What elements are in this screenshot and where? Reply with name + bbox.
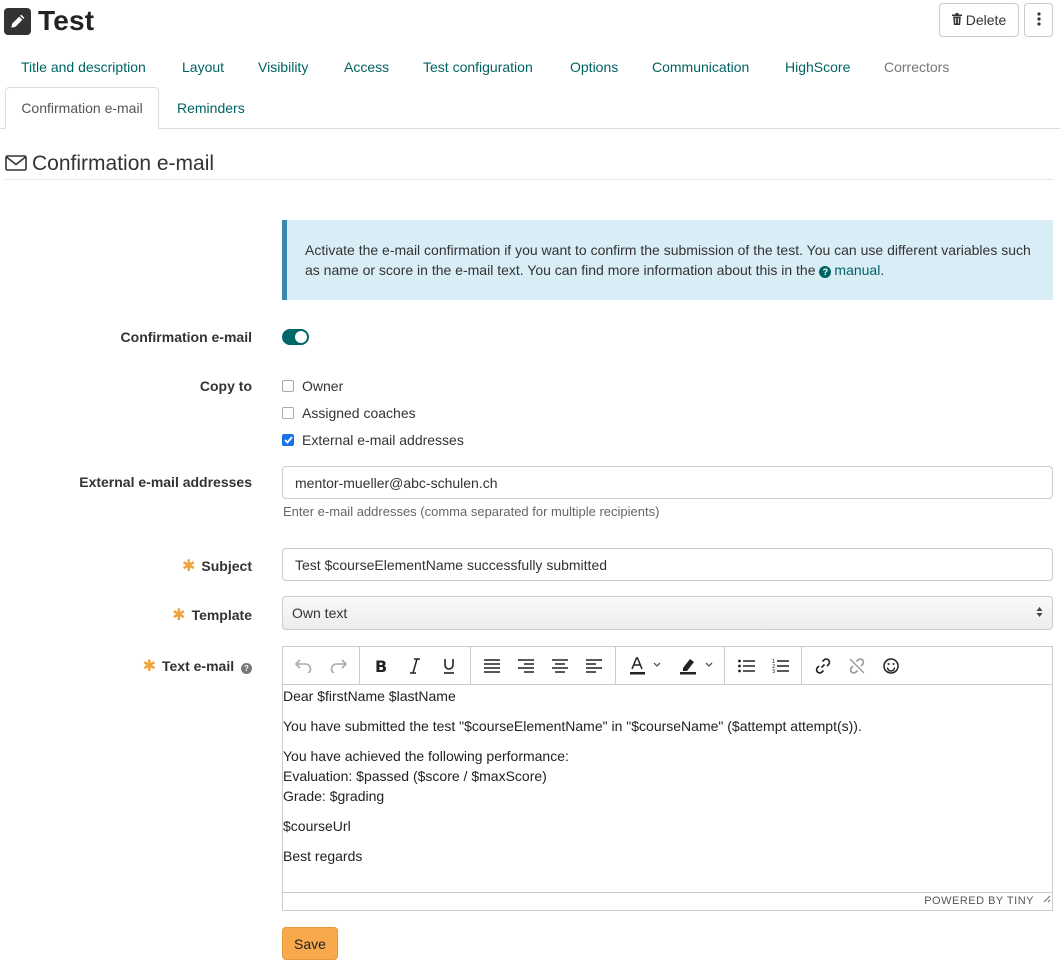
- numbered-list-icon[interactable]: 123: [763, 651, 797, 681]
- italic-icon[interactable]: [398, 651, 432, 681]
- editor-content[interactable]: Dear $firstName $lastName You have submi…: [283, 686, 1052, 893]
- redo-icon[interactable]: [321, 651, 355, 681]
- tab-test-configuration[interactable]: Test configuration: [423, 59, 533, 75]
- tab-access[interactable]: Access: [344, 59, 389, 75]
- owner-checkbox-label: Owner: [302, 378, 344, 394]
- text-email-label: ✱ Text e-mail ?: [143, 656, 252, 676]
- unlink-icon[interactable]: [840, 651, 874, 681]
- delete-button[interactable]: Delete: [939, 3, 1019, 37]
- resize-handle-icon[interactable]: [1041, 892, 1051, 909]
- select-arrows-icon: [1036, 605, 1043, 621]
- copy-to-coaches[interactable]: Assigned coaches: [282, 405, 416, 421]
- vertical-dots-icon: [1036, 11, 1041, 29]
- insert-group: [802, 647, 912, 685]
- tab-reminders[interactable]: Reminders: [177, 100, 245, 116]
- assigned-coaches-checkbox[interactable]: [282, 407, 294, 419]
- subject-label: ✱ Subject: [182, 556, 252, 576]
- required-icon: ✱: [182, 558, 196, 575]
- template-select[interactable]: Own text: [282, 596, 1053, 630]
- more-options-button[interactable]: [1024, 3, 1053, 37]
- manual-link[interactable]: manual: [834, 262, 880, 278]
- editor-statusbar: POWERED BY TINY: [283, 892, 1052, 910]
- tab-layout[interactable]: Layout: [182, 59, 224, 75]
- editor-line-greeting: Dear $firstName $lastName: [283, 688, 456, 704]
- rich-text-editor: B 1 2 3 Dear $firstName $lastName You ha…: [282, 646, 1053, 911]
- confirmation-email-toggle[interactable]: [282, 329, 309, 345]
- tab-highscore[interactable]: HighScore: [785, 59, 850, 75]
- format-group: B: [360, 646, 471, 685]
- delete-button-label: Delete: [965, 12, 1007, 28]
- copy-to-owner[interactable]: Owner: [282, 378, 343, 394]
- tab-title-and-description[interactable]: Title and description: [21, 59, 146, 75]
- history-group: [283, 646, 360, 685]
- text-color-icon[interactable]: [620, 651, 670, 681]
- svg-text:B: B: [375, 658, 387, 674]
- external-email-help: Enter e-mail addresses (comma separated …: [283, 504, 660, 519]
- svg-text:3: 3: [772, 669, 775, 674]
- editor-toolbar: B 1 2 3: [283, 646, 1052, 685]
- section-divider: [5, 179, 1053, 180]
- page-title-text: Test: [38, 5, 95, 36]
- section-heading-text: Confirmation e-mail: [32, 152, 215, 175]
- editor-line-submitted: You have submitted the test "$courseElem…: [283, 718, 862, 734]
- align-center-icon[interactable]: [543, 651, 577, 681]
- external-email-label: External e-mail addresses: [79, 474, 252, 490]
- emoji-icon[interactable]: [874, 651, 908, 681]
- required-icon: ✱: [172, 607, 186, 624]
- trash-icon: [951, 12, 962, 28]
- subject-input[interactable]: Test $courseElementName successfully sub…: [282, 548, 1053, 581]
- text-email-label-text: Text e-mail: [162, 658, 235, 674]
- editor-line-regards: Best regards: [283, 848, 363, 864]
- powered-by-tiny[interactable]: POWERED BY TINY: [924, 895, 1034, 907]
- confirmation-email-label: Confirmation e-mail: [120, 329, 252, 345]
- align-justify-icon[interactable]: [475, 651, 509, 681]
- external-email-input[interactable]: mentor-mueller@abc-schulen.ch: [282, 466, 1053, 499]
- info-box: Activate the e-mail confirmation if you …: [282, 220, 1053, 300]
- pencil-icon: [4, 7, 31, 35]
- tab-confirmation-email[interactable]: Confirmation e-mail: [5, 87, 159, 129]
- list-group: 123: [725, 646, 802, 685]
- help-icon[interactable]: ?: [241, 663, 252, 674]
- align-group: [471, 646, 616, 685]
- editor-line-grade: Grade: $grading: [283, 788, 385, 804]
- tab-communication[interactable]: Communication: [652, 59, 749, 75]
- required-icon: ✱: [142, 658, 156, 675]
- editor-line-evaluation: Evaluation: $passed ($score / $maxScore): [283, 768, 547, 784]
- tabs-divider: [0, 128, 1060, 129]
- align-right-icon[interactable]: [509, 651, 543, 681]
- tab-correctors: Correctors: [884, 59, 950, 75]
- align-left-icon[interactable]: [577, 651, 611, 681]
- highlight-color-icon[interactable]: [670, 651, 720, 681]
- template-select-value: Own text: [292, 605, 348, 621]
- page-title: Test: [4, 3, 94, 39]
- subject-label-text: Subject: [201, 558, 252, 574]
- info-text-end: .: [880, 262, 885, 278]
- question-circle-icon: ?: [819, 266, 832, 278]
- color-group: [616, 646, 725, 685]
- undo-icon[interactable]: [287, 651, 321, 681]
- owner-checkbox[interactable]: [282, 380, 294, 392]
- editor-line-course-url: $courseUrl: [283, 818, 351, 834]
- bold-icon[interactable]: B: [364, 651, 398, 681]
- template-label: ✱ Template: [172, 605, 252, 625]
- assigned-coaches-checkbox-label: Assigned coaches: [302, 405, 416, 421]
- bullet-list-icon[interactable]: [729, 651, 763, 681]
- external-email-checkbox-label: External e-mail addresses: [302, 432, 464, 448]
- envelope-icon: [5, 154, 27, 174]
- template-label-text: Template: [191, 607, 252, 623]
- external-email-checkbox[interactable]: [282, 434, 294, 446]
- info-text: Activate the e-mail confirmation if you …: [305, 242, 1031, 278]
- toggle-knob: [295, 331, 307, 343]
- tab-visibility[interactable]: Visibility: [258, 59, 308, 75]
- checkmark-icon: [283, 436, 293, 444]
- copy-to-label: Copy to: [199, 378, 252, 394]
- link-icon[interactable]: [806, 651, 840, 681]
- editor-line-achieved: You have achieved the following performa…: [283, 748, 569, 764]
- section-heading: Confirmation e-mail: [5, 150, 214, 178]
- copy-to-external[interactable]: External e-mail addresses: [282, 432, 464, 448]
- tab-options[interactable]: Options: [570, 59, 618, 75]
- underline-icon[interactable]: [432, 651, 466, 681]
- save-button[interactable]: Save: [282, 927, 338, 960]
